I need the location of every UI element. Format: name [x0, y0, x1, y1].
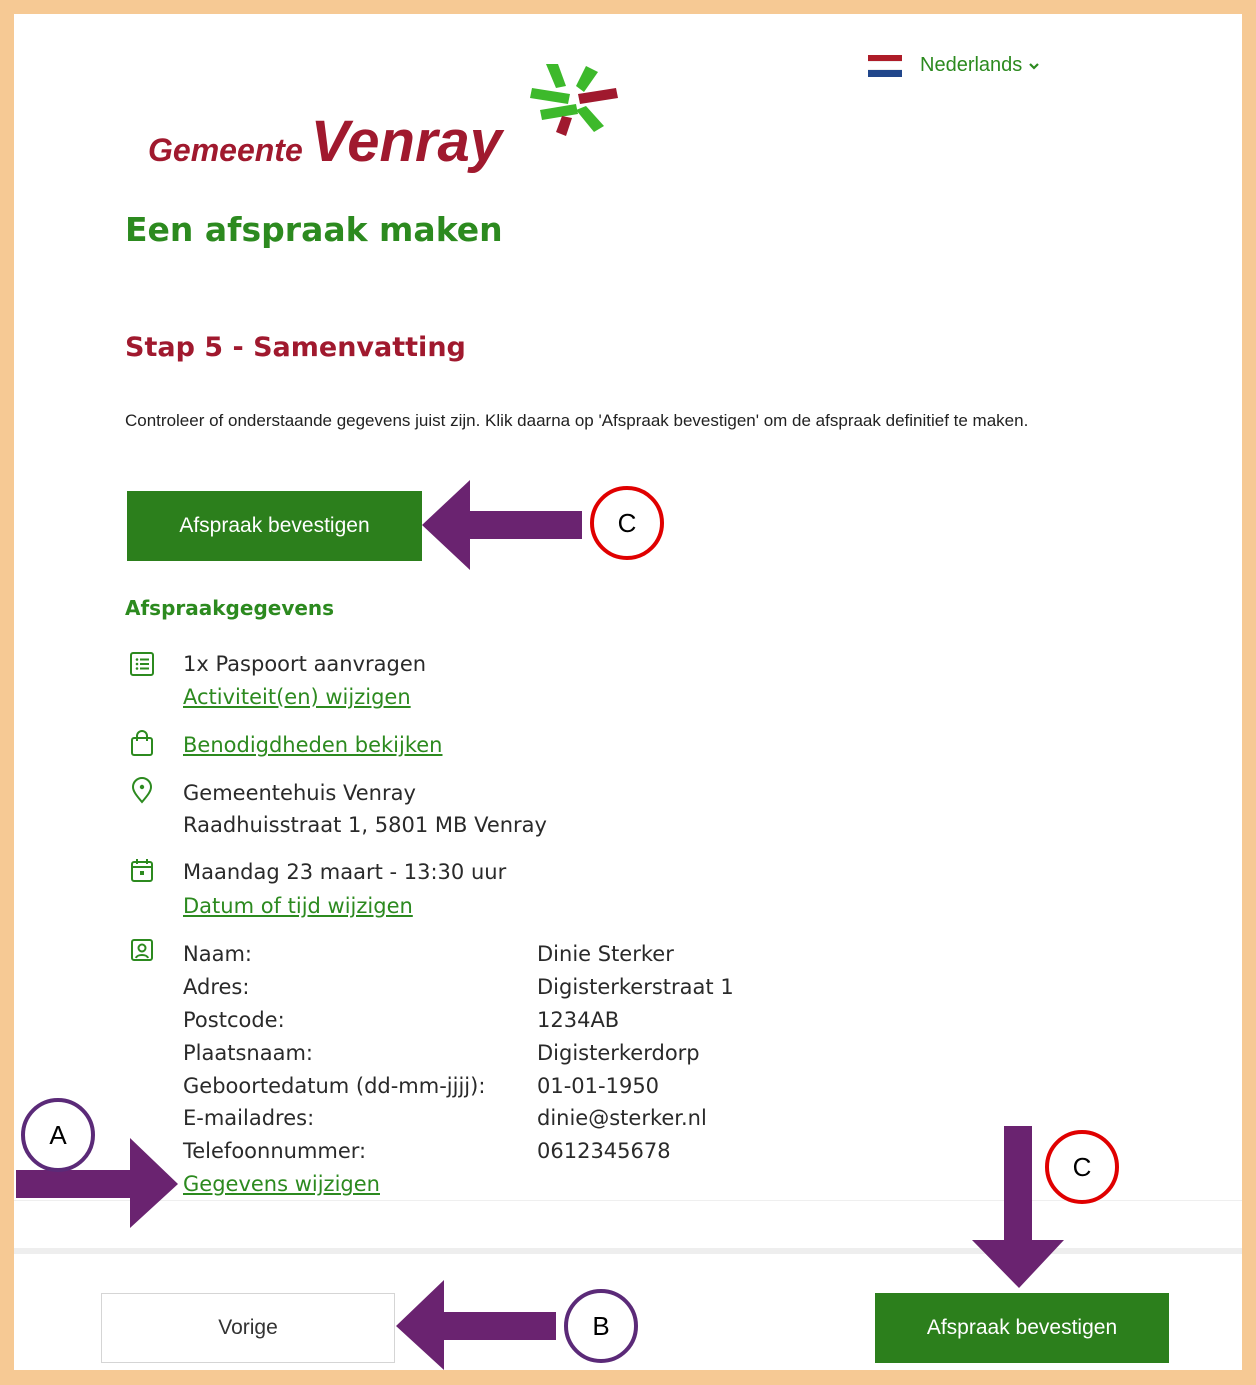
person-label-city: Plaatsnaam: [183, 1041, 313, 1065]
intro-text: Controleer of onderstaande gegevens juis… [125, 411, 1029, 430]
language-selector[interactable]: Nederlands [868, 54, 1040, 77]
change-personal-details-link[interactable]: Gegevens wijzigen [183, 1168, 380, 1200]
page-title: Een afspraak maken [125, 210, 503, 249]
person-value-name: Dinie Sterker [537, 942, 674, 966]
person-value-city: Digisterkerdorp [537, 1041, 700, 1065]
person-label-email: E-mailadres: [183, 1106, 315, 1130]
person-value-birthdate: 01-01-1950 [537, 1074, 660, 1098]
activity-text: 1x Paspoort aanvragen [183, 652, 427, 676]
person-label-postcode: Postcode: [183, 1008, 285, 1032]
list-icon [130, 652, 154, 676]
person-value-email: dinie@sterker.nl [537, 1106, 707, 1130]
footer-separator [14, 1248, 1242, 1254]
arrow-b [396, 1280, 556, 1370]
step-title: Stap 5 - Samenvatting [125, 332, 466, 363]
person-value-phone: 0612345678 [537, 1139, 671, 1163]
annotation-c-bottom: C [1045, 1130, 1119, 1204]
page: Nederlands Gemeente Venray Een afspraak m… [14, 14, 1242, 1370]
confirm-appointment-button-top[interactable]: Afspraak bevestigen [127, 491, 422, 561]
person-label-name: Naam: [183, 942, 252, 966]
previous-button[interactable]: Vorige [101, 1293, 395, 1363]
section-title: Afspraakgegevens [125, 596, 335, 620]
annotation-c-top: C [590, 486, 664, 560]
person-label-address: Adres: [183, 975, 250, 999]
person-label-birthdate: Geboortedatum (dd-mm-jjjj): [183, 1074, 486, 1098]
logo-star-icon [530, 64, 618, 136]
annotation-b: B [564, 1289, 638, 1363]
person-value-address: Digisterkerstraat 1 [537, 975, 734, 999]
logo-text: Gemeente Venray [148, 109, 503, 174]
change-activity-link[interactable]: Activiteit(en) wijzigen [183, 681, 411, 713]
change-datetime-link[interactable]: Datum of tijd wijzigen [183, 890, 413, 922]
language-label: Nederlands [920, 54, 1023, 76]
calendar-icon [131, 859, 153, 882]
annotation-a: A [21, 1098, 95, 1172]
gemeente-venray-logo[interactable]: Gemeente Venray [148, 64, 628, 194]
dutch-flag-icon [868, 54, 902, 77]
location-address: Raadhuisstraat 1, 5801 MB Venray [183, 813, 547, 837]
confirm-appointment-button-bottom[interactable]: Afspraak bevestigen [875, 1293, 1169, 1363]
chevron-down-icon [1029, 62, 1040, 70]
location-pin-icon [131, 777, 153, 804]
divider [14, 1200, 1242, 1201]
contact-card-icon [131, 939, 153, 961]
arrow-c-top [422, 480, 582, 570]
person-value-postcode: 1234AB [537, 1008, 620, 1032]
shopping-bag-icon [131, 730, 153, 756]
datetime-text: Maandag 23 maart - 13:30 uur [183, 860, 507, 884]
person-label-phone: Telefoonnummer: [183, 1139, 367, 1163]
location-name: Gemeentehuis Venray [183, 781, 416, 805]
view-requirements-link[interactable]: Benodigdheden bekijken [183, 729, 443, 761]
